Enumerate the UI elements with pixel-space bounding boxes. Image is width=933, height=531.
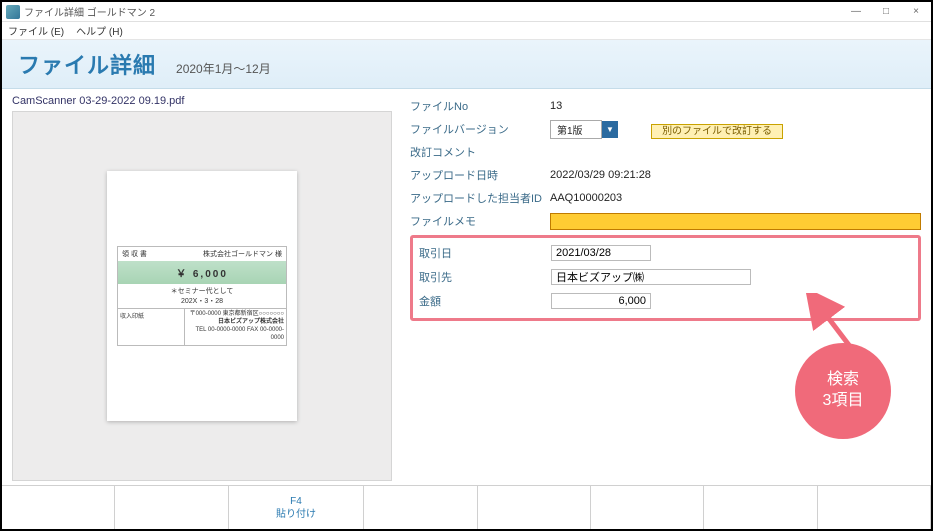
version-select-value: 第1版 xyxy=(550,120,602,139)
app-window: ファイル詳細 ゴールドマン 2 — □ × ファイル (E) ヘルプ (H) フ… xyxy=(0,0,933,531)
chevron-down-icon: ▼ xyxy=(602,121,618,138)
receipt-desc2: 202X・3・28 xyxy=(120,296,284,306)
footer-cell-6 xyxy=(591,486,704,529)
menu-help[interactable]: ヘルプ (H) xyxy=(76,23,123,38)
footer-cell-2 xyxy=(115,486,228,529)
minimize-button[interactable]: — xyxy=(841,6,871,17)
receipt-recipient: 株式会社ゴールドマン 様 xyxy=(203,249,282,259)
revise-button[interactable]: 別のファイルで改訂する xyxy=(651,124,783,139)
details-pane: ファイルNo 13 ファイルバージョン 第1版 ▼ 別のファイルで改訂する 改訂… xyxy=(410,95,921,481)
callout-line2: 3項目 xyxy=(823,391,864,412)
receipt-title: 領 収 書 xyxy=(122,249,147,259)
label-revise-comment: 改訂コメント xyxy=(410,144,550,160)
version-select[interactable]: 第1版 ▼ xyxy=(550,120,618,139)
label-upload-date: アップロード日時 xyxy=(410,167,550,183)
value-uploader-id: AAQ10000203 xyxy=(550,192,921,204)
maximize-button[interactable]: □ xyxy=(871,6,901,17)
memo-input[interactable] xyxy=(550,213,921,230)
app-icon xyxy=(6,5,20,19)
label-version: ファイルバージョン xyxy=(410,121,550,137)
label-txn-date: 取引日 xyxy=(419,245,551,261)
page-header: ファイル詳細 2020年1月～12月 xyxy=(2,40,931,89)
search-fields-group: 取引日 取引先 金額 xyxy=(410,235,921,321)
callout-annotation: 検索 3項目 xyxy=(795,343,891,439)
period-label: 2020年1月～12月 xyxy=(176,60,271,77)
footer-cell-1 xyxy=(2,486,115,529)
receipt-amount: ￥ 6,000 xyxy=(117,261,287,284)
receipt-desc1: ＊セミナー代として xyxy=(120,286,284,296)
titlebar: ファイル詳細 ゴールドマン 2 — □ × xyxy=(2,2,931,22)
label-partner: 取引先 xyxy=(419,269,551,285)
file-name-label: CamScanner 03-29-2022 09.19.pdf xyxy=(12,95,392,107)
receipt-addr2: 日本ビズアップ株式会社 xyxy=(187,319,284,327)
label-amount: 金額 xyxy=(419,293,551,309)
footer-cell-5 xyxy=(478,486,591,529)
label-file-no: ファイルNo xyxy=(410,98,550,114)
document-page: 領 収 書 株式会社ゴールドマン 様 ￥ 6,000 ＊セミナー代として 202… xyxy=(107,171,297,421)
page-title: ファイル詳細 xyxy=(18,48,156,80)
receipt-tel: TEL 00-0000-0000 FAX 00-0000-0000 xyxy=(187,327,284,343)
footer-cell-8 xyxy=(818,486,931,529)
txn-date-input[interactable] xyxy=(551,245,651,261)
menubar: ファイル (E) ヘルプ (H) xyxy=(2,22,931,40)
callout-line1: 検索 xyxy=(823,370,864,391)
content-body: CamScanner 03-29-2022 09.19.pdf 領 収 書 株式… xyxy=(2,89,931,485)
close-button[interactable]: × xyxy=(901,6,931,17)
preview-pane: CamScanner 03-29-2022 09.19.pdf 領 収 書 株式… xyxy=(12,95,392,481)
receipt-stamp: 収入印紙 xyxy=(120,311,182,320)
footer-bar: F4 貼り付け xyxy=(2,485,931,529)
menu-file[interactable]: ファイル (E) xyxy=(8,23,64,38)
f4-paste-button[interactable]: F4 貼り付け xyxy=(229,486,365,529)
receipt-image: 領 収 書 株式会社ゴールドマン 様 ￥ 6,000 ＊セミナー代として 202… xyxy=(117,246,287,345)
footer-cell-7 xyxy=(704,486,817,529)
preview-area: 領 収 書 株式会社ゴールドマン 様 ￥ 6,000 ＊セミナー代として 202… xyxy=(12,111,392,481)
footer-cell-4 xyxy=(364,486,477,529)
value-file-no: 13 xyxy=(550,100,921,112)
amount-input[interactable] xyxy=(551,293,651,309)
value-upload-date: 2022/03/29 09:21:28 xyxy=(550,169,921,181)
f4-key-label: F4 xyxy=(276,495,316,508)
partner-input[interactable] xyxy=(551,269,751,285)
label-memo: ファイルメモ xyxy=(410,213,550,229)
f4-action-label: 貼り付け xyxy=(276,508,316,521)
window-title: ファイル詳細 ゴールドマン 2 xyxy=(24,4,841,19)
label-uploader-id: アップロードした担当者ID xyxy=(410,190,550,206)
